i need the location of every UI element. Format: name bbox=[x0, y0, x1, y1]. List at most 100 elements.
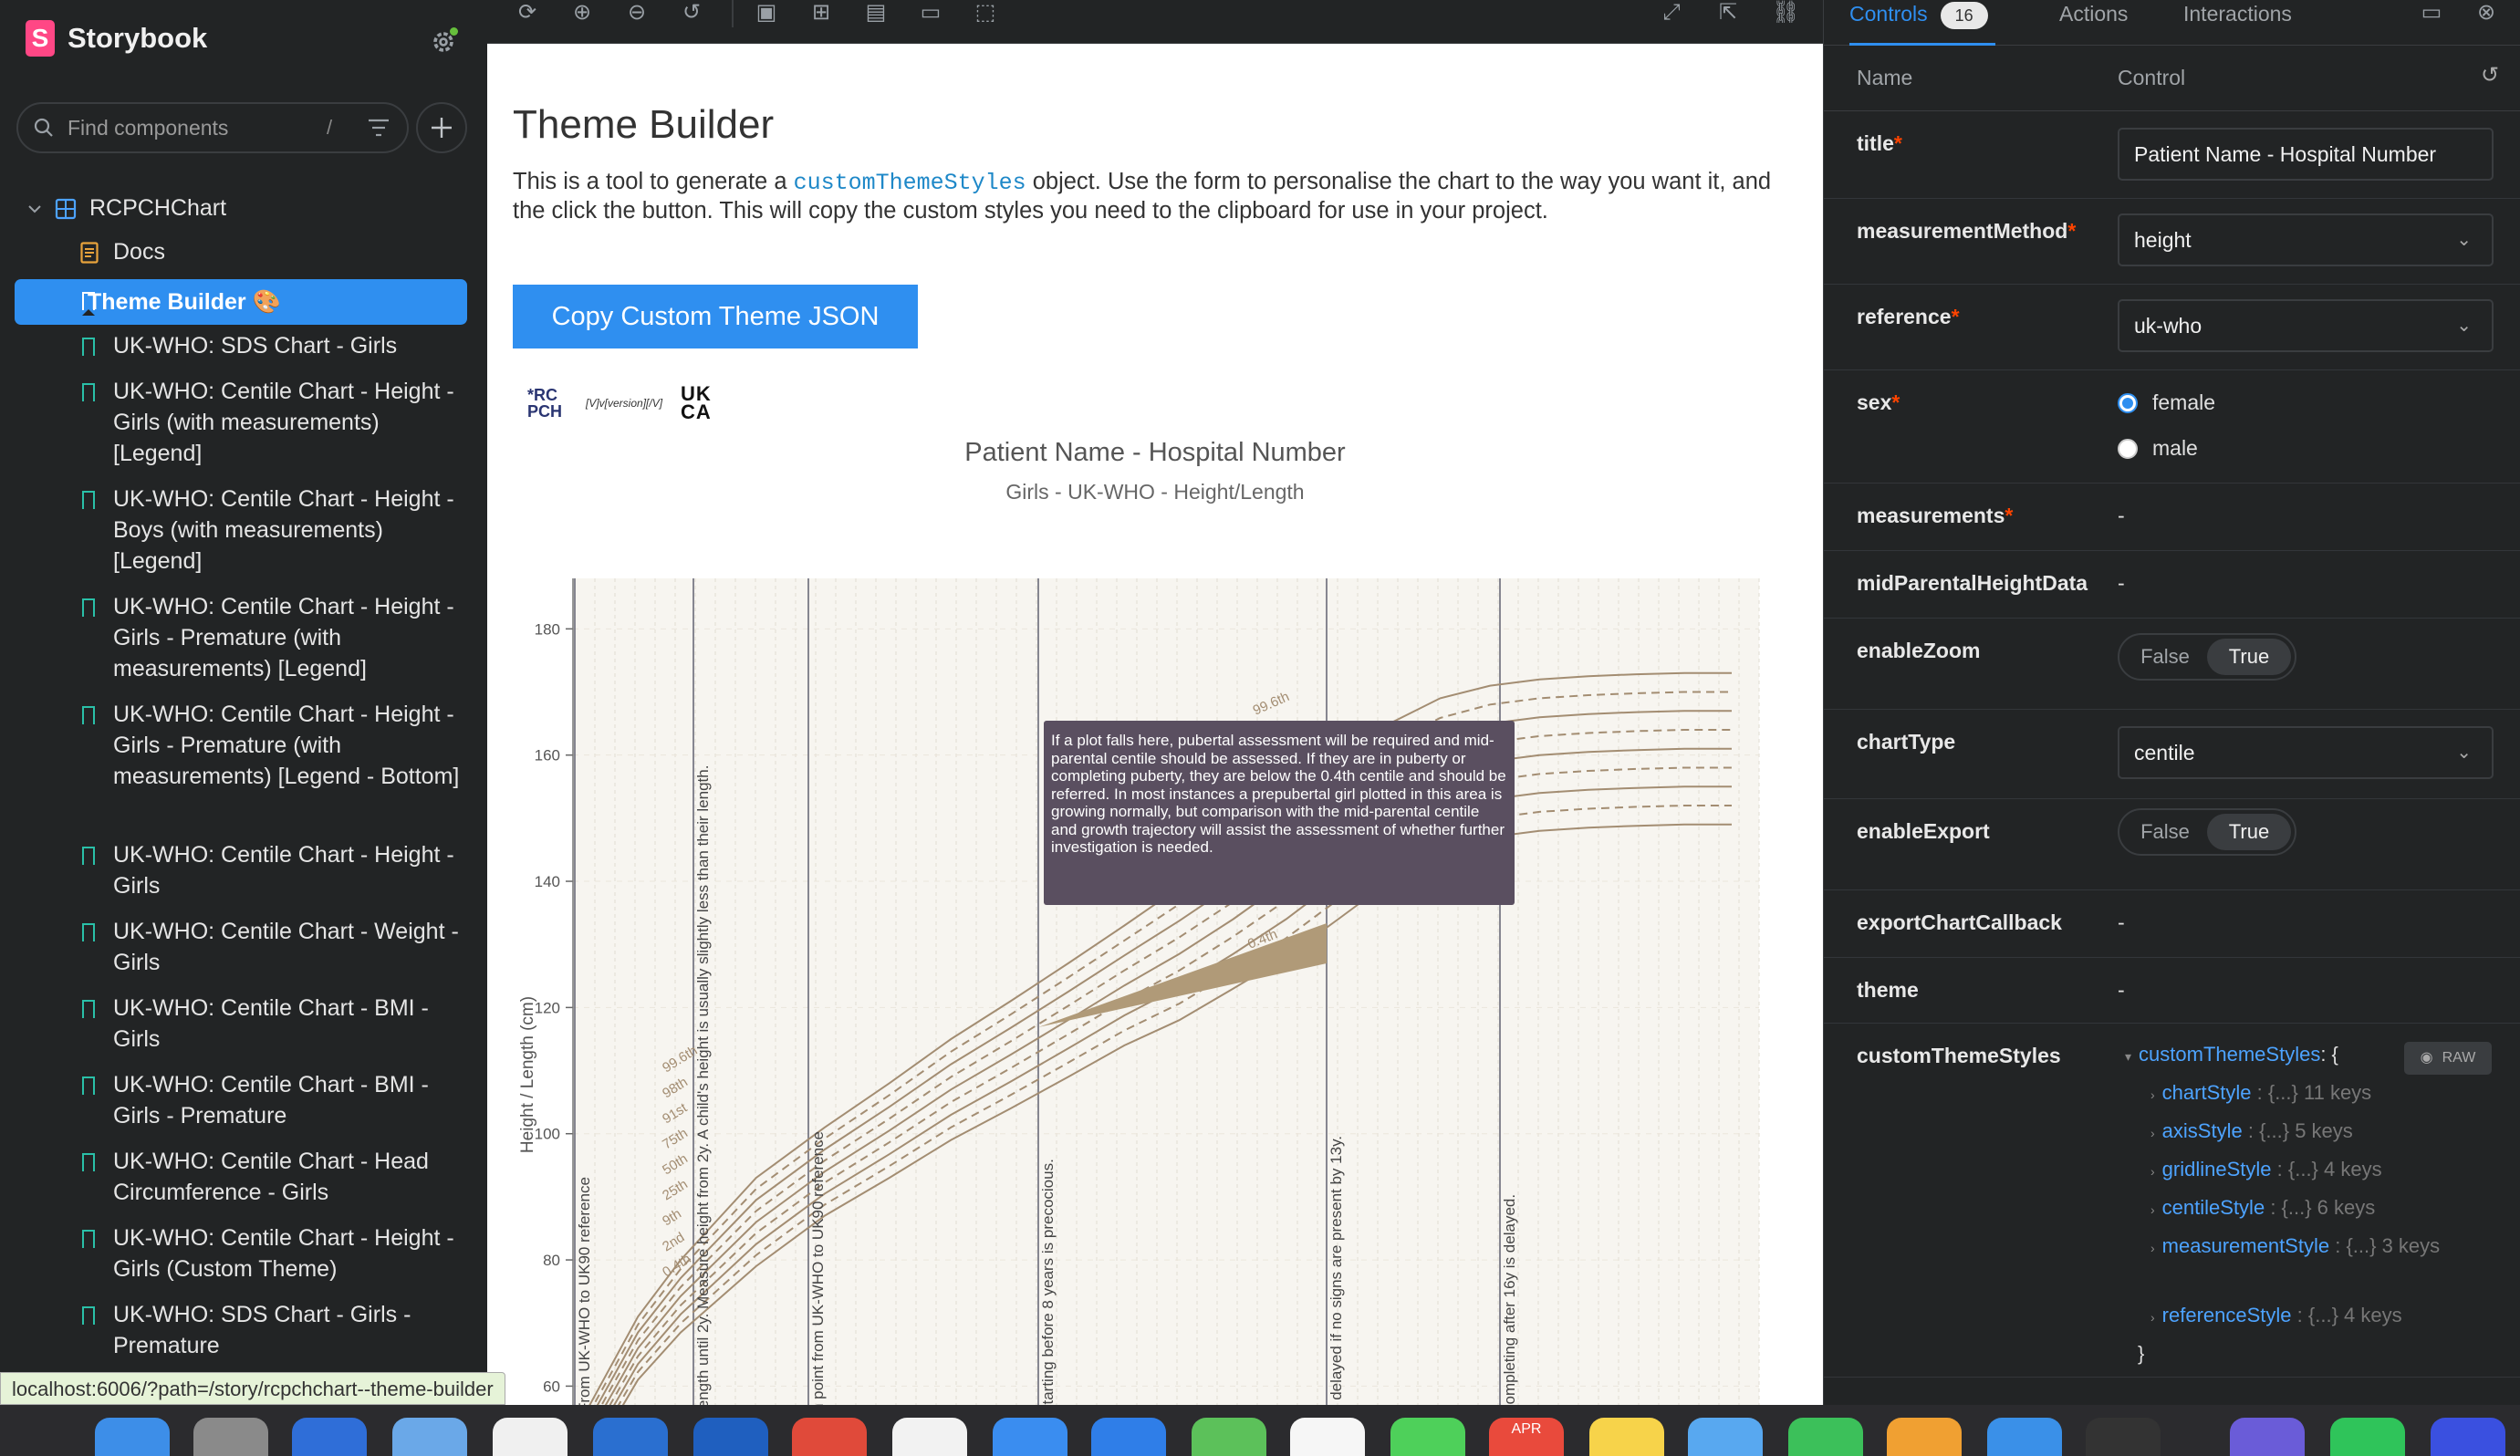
sex-radio-male[interactable]: male bbox=[2118, 436, 2198, 461]
sidebar-item-story[interactable]: UK-WHO: SDS Chart - Girls bbox=[80, 330, 473, 361]
control-row-theme: theme - bbox=[1824, 958, 2520, 1024]
sidebar-item-story[interactable]: UK-WHO: Centile Chart - Head Circumferen… bbox=[80, 1146, 473, 1208]
enable-zoom-toggle[interactable]: False True bbox=[2118, 633, 2296, 681]
toggle-true[interactable]: True bbox=[2207, 639, 2291, 675]
sidebar-item-theme-builder[interactable]: Theme Builder 🎨 bbox=[15, 279, 467, 325]
viewport-icon[interactable]: ▤ bbox=[863, 0, 889, 26]
app-store-icon[interactable] bbox=[292, 1418, 367, 1456]
tab-controls[interactable]: Controls 16 bbox=[1849, 0, 1995, 46]
filter-icon[interactable] bbox=[367, 117, 390, 139]
title-input[interactable] bbox=[2118, 128, 2494, 181]
notes-app-icon[interactable] bbox=[1589, 1418, 1664, 1456]
copy-link-icon[interactable]: ⛓ bbox=[1772, 0, 1799, 26]
zoom-out-icon[interactable]: ⊖ bbox=[624, 0, 650, 26]
story-canvas: Theme Builder This is a tool to generate… bbox=[487, 44, 1823, 1405]
boundary-note: n point from UK-WHO to UK90 reference bbox=[809, 1131, 827, 1405]
toggle-false[interactable]: False bbox=[2123, 814, 2207, 850]
panel-layout-icon[interactable]: ▭ bbox=[2419, 0, 2444, 26]
reference-select[interactable]: uk-who ⌄ bbox=[2118, 299, 2494, 352]
xcode-app-icon[interactable] bbox=[392, 1418, 467, 1456]
notification-dot bbox=[450, 27, 458, 36]
sidebar-item-story[interactable]: UK-WHO: Centile Chart - BMI - Girls - Pr… bbox=[80, 1069, 473, 1131]
sidebar-group-rcpchchart[interactable]: RCPCHChart bbox=[27, 195, 226, 222]
toggle-false[interactable]: False bbox=[2123, 639, 2207, 675]
enable-export-toggle[interactable]: False True bbox=[2118, 808, 2296, 856]
maps-app-icon[interactable] bbox=[1192, 1418, 1266, 1456]
bookmark-icon bbox=[82, 1153, 95, 1177]
select-value: uk-who bbox=[2134, 314, 2202, 338]
object-key-row[interactable]: › measurementStyle : {...} 3 keys bbox=[2125, 1228, 2440, 1266]
sidebar-item-story[interactable]: UK-WHO: Centile Chart - BMI - Girls bbox=[80, 993, 473, 1055]
app-icon[interactable] bbox=[693, 1418, 768, 1456]
radio-dot bbox=[2118, 392, 2138, 413]
measure-icon[interactable]: ▭ bbox=[918, 0, 943, 26]
outline-icon[interactable]: ⬚ bbox=[973, 0, 998, 26]
sidebar-item-docs[interactable]: Docs bbox=[80, 239, 165, 265]
app-icon[interactable] bbox=[2230, 1418, 2305, 1456]
measurement-method-select[interactable]: height ⌄ bbox=[2118, 213, 2494, 266]
sex-radio-female[interactable]: female bbox=[2118, 390, 2215, 415]
launchpad-app-icon[interactable] bbox=[193, 1418, 268, 1456]
object-key-row[interactable]: › centileStyle : {...} 6 keys bbox=[2125, 1190, 2440, 1228]
control-name: chartType bbox=[1857, 730, 1956, 754]
numbers-app-icon[interactable] bbox=[1788, 1418, 1863, 1456]
object-key-row[interactable]: › chartStyle : {...} 11 keys bbox=[2125, 1075, 2440, 1113]
sidebar-item-story[interactable]: UK-WHO: Centile Chart - Weight - Girls bbox=[80, 916, 473, 978]
sidebar-item-story[interactable]: UK-WHO: Centile Chart - Height - Girls bbox=[80, 839, 473, 901]
bookmark-icon bbox=[82, 923, 95, 947]
tab-interactions[interactable]: Interactions bbox=[2183, 0, 2292, 46]
chart-type-select[interactable]: centile ⌄ bbox=[2118, 726, 2494, 779]
app-icon[interactable] bbox=[892, 1418, 967, 1456]
control-name: sex* bbox=[1857, 390, 1900, 414]
control-name: theme bbox=[1857, 978, 1919, 1002]
fullscreen-icon[interactable]: ⤢ bbox=[1659, 0, 1684, 26]
control-row-sex: sex* female male bbox=[1824, 370, 2520, 484]
object-key-row[interactable]: › gridlineStyle : {...} 4 keys bbox=[2125, 1151, 2440, 1190]
zoom-in-icon[interactable]: ⊕ bbox=[569, 0, 595, 26]
sidebar-item-story[interactable]: UK-WHO: Centile Chart - Height - Girls -… bbox=[80, 699, 473, 792]
spotify-app-icon[interactable] bbox=[2330, 1418, 2405, 1456]
search-input[interactable] bbox=[68, 115, 323, 140]
sidebar-item-story[interactable]: UK-WHO: SDS Chart - Girls - Premature bbox=[80, 1299, 473, 1361]
settings-gear-icon[interactable] bbox=[427, 26, 460, 58]
app-icon[interactable] bbox=[2086, 1418, 2161, 1456]
vscode-app-icon[interactable] bbox=[593, 1418, 668, 1456]
zoom-reset-icon[interactable]: ↺ bbox=[679, 0, 704, 26]
storybook-brand[interactable]: S Storybook bbox=[26, 20, 207, 57]
app-icon[interactable] bbox=[1987, 1418, 2062, 1456]
chrome-app-icon[interactable] bbox=[792, 1418, 867, 1456]
chevron-right-icon: › bbox=[2150, 1310, 2155, 1325]
sidebar-item-story[interactable]: UK-WHO: Centile Chart - Height - Boys (w… bbox=[80, 484, 473, 577]
app-icon[interactable] bbox=[493, 1418, 568, 1456]
chevron-right-icon: › bbox=[2150, 1087, 2155, 1102]
object-key-row[interactable]: › axisStyle : {...} 5 keys bbox=[2125, 1113, 2440, 1151]
sidebar-item-story[interactable]: UK-WHO: Centile Chart - Height - Girls -… bbox=[80, 591, 473, 684]
messages-app-icon[interactable] bbox=[1390, 1418, 1465, 1456]
grid-icon[interactable]: ⊞ bbox=[808, 0, 834, 26]
close-panel-icon[interactable]: ⊗ bbox=[2473, 0, 2499, 26]
control-name: enableZoom bbox=[1857, 639, 1981, 662]
object-root[interactable]: ▾ customThemeStyles: { bbox=[2125, 1036, 2440, 1075]
reload-icon[interactable]: ⟳ bbox=[515, 0, 540, 26]
control-value: - bbox=[2118, 504, 2125, 527]
calendar-app-icon[interactable]: APR bbox=[1489, 1418, 1564, 1456]
safari-app-icon[interactable] bbox=[993, 1418, 1067, 1456]
object-key-row[interactable]: › referenceStyle : {...} 4 keys bbox=[2125, 1297, 2440, 1336]
mail-app-icon[interactable] bbox=[1091, 1418, 1166, 1456]
control-value: - bbox=[2118, 978, 2125, 1002]
app-icon[interactable] bbox=[1688, 1418, 1763, 1456]
boundary-note: starting before 8 years is precocious. bbox=[1039, 1159, 1057, 1405]
sidebar-item-story[interactable]: UK-WHO: Centile Chart - Height - Girls (… bbox=[80, 376, 473, 469]
finder-app-icon[interactable] bbox=[95, 1418, 170, 1456]
app-icon[interactable] bbox=[2431, 1418, 2505, 1456]
tab-actions[interactable]: Actions bbox=[2059, 0, 2128, 46]
radio-label: male bbox=[2152, 436, 2198, 460]
photos-app-icon[interactable] bbox=[1290, 1418, 1365, 1456]
sidebar-item-story[interactable]: UK-WHO: Centile Chart - Height - Girls (… bbox=[80, 1222, 473, 1284]
toggle-true[interactable]: True bbox=[2207, 814, 2291, 850]
open-new-tab-icon[interactable]: ⇱ bbox=[1715, 0, 1741, 26]
pages-app-icon[interactable] bbox=[1887, 1418, 1962, 1456]
reset-icon[interactable]: ↺ bbox=[2481, 62, 2499, 88]
add-story-button[interactable] bbox=[416, 102, 467, 153]
background-icon[interactable]: ▣ bbox=[754, 0, 779, 26]
